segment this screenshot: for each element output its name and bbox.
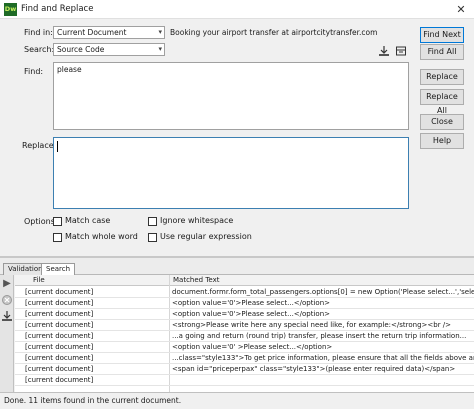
chevron-down-icon: ▾ (158, 28, 162, 36)
replace-textarea[interactable] (53, 137, 409, 209)
search-select[interactable]: Source Code ▾ (53, 43, 165, 56)
row-match: document.formr.form_total_passengers.opt… (172, 288, 474, 296)
table-row[interactable]: [current document] document.formr.form_to… (15, 287, 474, 298)
match-case-checkbox[interactable] (53, 217, 62, 226)
row-match: <strong>Please write here any special ne… (172, 321, 452, 329)
row-file: [current document] (25, 321, 94, 329)
row-match: <span id="priceperpax" class="style133">… (172, 365, 456, 373)
replace-all-button[interactable]: Replace All (420, 89, 464, 115)
chevron-down-icon: ▾ (158, 45, 162, 53)
find-in-label: Find in: (24, 28, 53, 37)
row-file: [current document] (25, 332, 94, 340)
row-file: [current document] (25, 310, 94, 318)
use-regex-checkbox[interactable] (148, 233, 157, 242)
search-label: Search: (24, 45, 55, 54)
match-case-label: Match case (65, 216, 111, 225)
replace-label: Replace: (22, 141, 57, 150)
table-row[interactable]: [current document] <strong>Please write h… (15, 320, 474, 331)
find-next-button[interactable]: Find Next (420, 27, 464, 43)
table-row[interactable]: [current document] <span id="priceperpax"… (15, 364, 474, 375)
replace-button[interactable]: Replace (420, 69, 464, 85)
table-row[interactable]: [current document] <option value='0' >Ple… (15, 342, 474, 353)
row-match: <option value='0' >Please select...</opt… (172, 343, 333, 351)
tab-search[interactable]: Search (41, 263, 76, 275)
row-file: [current document] (25, 288, 94, 296)
window-title: Find and Replace (21, 4, 94, 14)
find-in-select[interactable]: Current Document ▾ (53, 26, 165, 39)
load-query-icon[interactable] (395, 45, 407, 57)
row-file: [current document] (25, 354, 94, 362)
table-row[interactable]: [current document] ...class="style133">To… (15, 353, 474, 364)
close-window-icon[interactable]: ✕ (453, 0, 469, 19)
panel-toolbar (0, 275, 14, 392)
row-file: [current document] (25, 365, 94, 373)
row-match: ...class="style133">To get price informa… (172, 354, 474, 362)
row-match: <option value='0'>Please select...</opti… (172, 299, 331, 307)
play-icon[interactable]: ▶ (1, 278, 13, 290)
text-caret (57, 141, 58, 152)
app-logo-icon: Dw (4, 3, 17, 16)
row-file: [current document] (25, 376, 94, 384)
save-query-icon[interactable] (378, 45, 390, 57)
column-file-header[interactable]: File (33, 275, 45, 286)
close-button[interactable]: Close (420, 114, 464, 130)
help-button[interactable]: Help (420, 133, 464, 149)
find-in-context: Booking your airport transfer at airport… (170, 28, 378, 37)
table-row[interactable]: [current document] ...a going and return … (15, 331, 474, 342)
table-row[interactable]: [current document] (15, 375, 474, 386)
row-match: ...a going and return (round trip) trans… (172, 332, 467, 340)
match-whole-word-label: Match whole word (65, 232, 138, 241)
ignore-whitespace-checkbox[interactable] (148, 217, 157, 226)
table-row[interactable]: [current document] <option value='0'>Plea… (15, 298, 474, 309)
results-header (15, 275, 474, 286)
row-match: <option value='0'>Please select...</opti… (172, 310, 331, 318)
row-file: [current document] (25, 299, 94, 307)
find-label: Find: (24, 67, 44, 76)
find-textarea[interactable]: please (53, 62, 409, 130)
row-file: [current document] (25, 343, 94, 351)
ignore-whitespace-label: Ignore whitespace (160, 216, 234, 225)
find-all-button[interactable]: Find All (420, 44, 464, 60)
column-matched-header[interactable]: Matched Text (173, 275, 220, 286)
stop-icon[interactable] (1, 294, 13, 306)
status-bar: Done. 11 items found in the current docu… (0, 392, 474, 409)
table-row[interactable]: [current document] <option value='0'>Plea… (15, 309, 474, 320)
use-regex-label: Use regular expression (160, 232, 252, 241)
match-whole-word-checkbox[interactable] (53, 233, 62, 242)
save-report-icon[interactable] (1, 310, 13, 322)
